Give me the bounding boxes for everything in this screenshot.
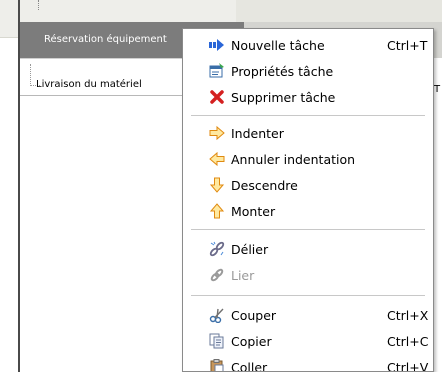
menu-item-label: Nouvelle tâche [231,38,325,53]
new-task-arrow-icon [209,37,225,53]
menu-item-paste[interactable]: Coller Ctrl+V [183,355,433,372]
menu-item-label: Coller [231,360,268,372]
menu-item-label: Lier [231,268,255,283]
menu-item-label: Descendre [231,178,298,193]
menu-separator [191,295,425,296]
menu-item-shortcut: Ctrl+V [387,360,429,372]
menu-item-label: Indenter [231,126,284,141]
clipped-column-text: T [434,84,441,95]
menu-item-label: Propriétés tâche [231,64,334,79]
menu-item-copy[interactable]: Copier Ctrl+C [183,329,433,355]
tree-row-label: Livraison du matériel [36,79,142,90]
menu-item-label: Monter [231,204,276,219]
menu-separator [191,115,425,116]
task-properties-icon [209,63,225,79]
menu-item-shortcut: Ctrl+T [387,38,428,53]
menu-item-delete-task[interactable]: Supprimer tâche [183,85,433,111]
outdent-arrow-left-icon [209,151,225,167]
menu-item-label: Couper [231,308,277,323]
panel-left-border [18,0,20,372]
menu-item-label: Copier [231,334,272,349]
menu-item-shortcut: Ctrl+C [387,334,429,349]
menu-item-new-task[interactable]: Nouvelle tâche Ctrl+T [183,33,433,59]
menu-item-indent[interactable]: Indenter [183,121,433,147]
scissors-icon [209,307,225,323]
tree-guide-line [38,0,39,10]
paste-icon [209,359,225,371]
menu-item-outdent[interactable]: Annuler indentation [183,147,433,173]
link-icon [209,267,225,283]
menu-item-label: Délier [231,242,269,257]
menu-separator [191,229,425,230]
menu-item-label: Annuler indentation [231,152,356,167]
indent-arrow-right-icon [209,125,225,141]
menu-item-label: Supprimer tâche [231,90,336,105]
context-menu: Nouvelle tâche Ctrl+T Propriétés tâche S… [182,28,434,372]
tree-header-right [236,0,442,22]
menu-item-unlink[interactable]: Délier [183,237,433,263]
copy-icon [209,333,225,349]
menu-item-task-properties[interactable]: Propriétés tâche [183,59,433,85]
tree-row-label: Réservation équipement [44,34,167,45]
menu-item-shortcut: Ctrl+X [387,308,429,323]
menu-item-link[interactable]: Lier [183,263,433,289]
move-up-arrow-icon [209,203,225,219]
unlink-icon [209,241,225,257]
menu-item-move-up[interactable]: Monter [183,199,433,225]
tree-connector-vertical [30,64,31,86]
delete-x-icon [209,89,225,105]
menu-item-cut[interactable]: Couper Ctrl+X [183,303,433,329]
menu-item-move-down[interactable]: Descendre [183,173,433,199]
move-down-arrow-icon [209,177,225,193]
